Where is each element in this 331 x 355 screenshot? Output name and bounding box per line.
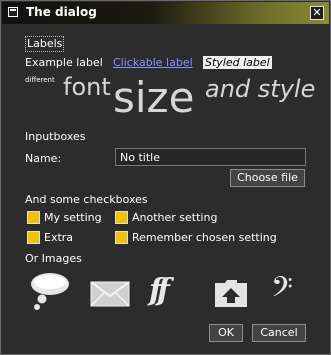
inputboxes-heading: Inputboxes xyxy=(25,130,86,143)
upload-folder-icon xyxy=(215,280,247,307)
images-heading: Or Images xyxy=(25,252,82,265)
bass-clef-glyph: 𝄢 xyxy=(271,271,293,311)
cancel-button[interactable]: Cancel xyxy=(252,324,306,342)
example-label: Example label xyxy=(25,56,103,69)
title-bar[interactable]: The dialog ✕ xyxy=(2,2,329,24)
checkboxes-heading: And some checkboxes xyxy=(25,193,148,206)
window-title: The dialog xyxy=(26,5,97,19)
clickable-label-link[interactable]: Clickable label xyxy=(113,56,193,69)
font-demo-font: font xyxy=(63,73,111,101)
bass-clef-icon: 𝄢 xyxy=(271,269,303,313)
remember-setting-label[interactable]: Remember chosen setting xyxy=(132,231,277,244)
close-button[interactable]: ✕ xyxy=(310,6,324,20)
extra-label[interactable]: Extra xyxy=(44,231,73,244)
name-label: Name: xyxy=(25,152,62,165)
dialog-window: The dialog ✕ Labels Example label Clicka… xyxy=(0,0,331,355)
font-demo-size: size xyxy=(113,73,195,122)
my-setting-label[interactable]: My setting xyxy=(44,211,102,224)
ok-button[interactable]: OK xyxy=(209,324,243,342)
another-setting-checkbox[interactable] xyxy=(115,211,128,224)
ff-glyph: ff xyxy=(149,273,170,308)
ff-dynamics-icon: ff xyxy=(149,273,189,313)
another-setting-label[interactable]: Another setting xyxy=(132,211,217,224)
my-setting-checkbox[interactable] xyxy=(27,211,40,224)
styled-label: Styled label xyxy=(203,56,272,69)
font-demo-different: different xyxy=(25,76,55,84)
window-menu-icon[interactable] xyxy=(8,7,18,17)
remember-setting-checkbox[interactable] xyxy=(115,231,128,244)
extra-checkbox[interactable] xyxy=(27,231,40,244)
name-input[interactable] xyxy=(115,148,306,166)
font-demo-style: and style xyxy=(205,75,316,103)
labels-heading: Labels xyxy=(25,36,65,52)
speech-bubble-icon xyxy=(31,273,69,310)
choose-file-button[interactable]: Choose file xyxy=(230,169,305,187)
envelope-icon xyxy=(90,281,130,307)
